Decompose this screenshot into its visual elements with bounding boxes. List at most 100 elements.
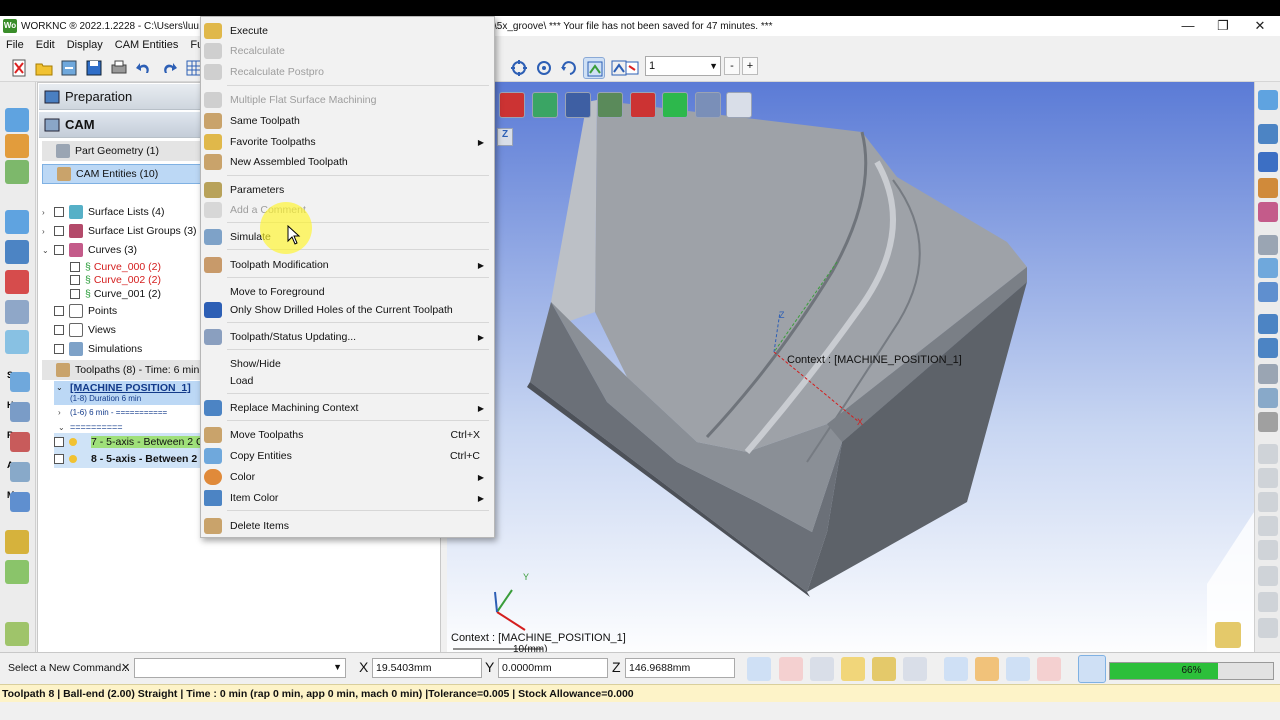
menu-recalculate-postpro[interactable]: Recalculate Postpro: [201, 62, 494, 82]
holder-tool-icon[interactable]: [5, 330, 29, 354]
menu-same-toolpath[interactable]: Same Toolpath: [201, 111, 494, 131]
view-plus-button[interactable]: +: [742, 57, 758, 75]
open-folder-icon[interactable]: [33, 57, 55, 79]
a-tool-icon[interactable]: [10, 462, 30, 482]
right-tool-icon[interactable]: [1258, 235, 1278, 255]
settings-tool-icon[interactable]: [5, 622, 29, 646]
y-coord-field[interactable]: 0.0000mm: [498, 658, 608, 678]
chevron-down-icon[interactable]: ⌄: [42, 246, 50, 255]
filter-icon[interactable]: [621, 57, 643, 79]
menu-toolpath-modification[interactable]: Toolpath Modification ▶: [201, 255, 494, 275]
menu-move-toolpaths[interactable]: Move Toolpaths Ctrl+X: [201, 425, 494, 445]
menu-move-foreground[interactable]: Move to Foreground: [201, 282, 494, 302]
menu-item-color[interactable]: Item Color ▶: [201, 488, 494, 508]
run-tool-icon[interactable]: [1078, 655, 1106, 683]
right-tool-icon[interactable]: [1258, 444, 1278, 464]
right-tool-icon[interactable]: [1258, 388, 1278, 408]
close-button[interactable]: ✕: [1242, 16, 1278, 36]
surface-lists-row[interactable]: › Surface Lists (4): [42, 203, 164, 221]
menu-add-comment[interactable]: Add a Comment: [201, 200, 494, 220]
views-row[interactable]: Views: [54, 321, 116, 339]
zoom-fit-icon[interactable]: [508, 57, 530, 79]
menu-multiple-flat[interactable]: Multiple Flat Surface Machining: [201, 90, 494, 110]
menu-color[interactable]: Color ▶: [201, 467, 494, 487]
blue-view-icon[interactable]: [565, 92, 591, 118]
menu-display[interactable]: Display: [61, 36, 109, 54]
right-tool-icon[interactable]: [1258, 566, 1278, 586]
view-select[interactable]: 1 ▼: [645, 56, 721, 76]
right-tool-icon[interactable]: [1258, 516, 1278, 536]
menu-new-assembled-toolpath[interactable]: New Assembled Toolpath: [201, 152, 494, 172]
3d-viewport[interactable]: Z Z X Y Context : [MACHINE_POSITION_1] C…: [447, 82, 1254, 660]
snap-tool-icon[interactable]: [779, 657, 803, 681]
edit-tool-icon[interactable]: [872, 657, 896, 681]
points-checkbox[interactable]: [54, 306, 64, 316]
menu-delete-items[interactable]: Delete Items: [201, 516, 494, 536]
right-tool-icon[interactable]: [1258, 178, 1278, 198]
r-tool-icon[interactable]: [10, 432, 30, 452]
menu-cam-entities[interactable]: CAM Entities: [109, 36, 185, 54]
menu-only-drilled-holes[interactable]: Only Show Drilled Holes of the Current T…: [201, 300, 494, 320]
right-tool-icon[interactable]: [1258, 492, 1278, 512]
top-view-icon[interactable]: [695, 92, 721, 118]
menu-replace-context[interactable]: Replace Machining Context ▶: [201, 398, 494, 418]
points-row[interactable]: Points: [54, 302, 117, 320]
save-icon[interactable]: [83, 57, 105, 79]
right-tool-icon[interactable]: [1258, 258, 1278, 278]
left-view-icon[interactable]: [662, 92, 688, 118]
right-tool-icon[interactable]: [1258, 202, 1278, 222]
report-tool-icon[interactable]: [1006, 657, 1030, 681]
viewport-corner-icon[interactable]: [1215, 622, 1241, 648]
right-tool-icon[interactable]: [1258, 282, 1278, 302]
chevron-down-icon[interactable]: ⌄: [58, 423, 66, 432]
chevron-down-icon[interactable]: ▼: [333, 662, 342, 672]
right-tool-icon[interactable]: [1258, 468, 1278, 488]
menu-favorite-toolpaths[interactable]: Favorite Toolpaths ▶: [201, 132, 494, 152]
menu-parameters[interactable]: Parameters: [201, 180, 494, 200]
surface-lists-checkbox[interactable]: [54, 207, 64, 217]
info-tool-icon[interactable]: [944, 657, 968, 681]
point-tool-icon[interactable]: [5, 160, 29, 184]
curves-checkbox[interactable]: [54, 245, 64, 255]
print-icon[interactable]: [108, 57, 130, 79]
zoom-view-icon[interactable]: [726, 92, 752, 118]
right-tool-icon[interactable]: [1258, 618, 1278, 638]
iso-view-icon[interactable]: [597, 92, 623, 118]
red-view-icon[interactable]: [499, 92, 525, 118]
import-icon[interactable]: [58, 57, 80, 79]
machine-tool-icon[interactable]: [975, 657, 999, 681]
close-icon[interactable]: ✕: [121, 661, 130, 674]
stock-tool-icon[interactable]: [5, 210, 29, 234]
curve-checkbox[interactable]: [70, 275, 80, 285]
menu-copy-entities[interactable]: Copy Entities Ctrl+C: [201, 446, 494, 466]
surface-list-groups-checkbox[interactable]: [54, 226, 64, 236]
new-file-icon[interactable]: [8, 57, 30, 79]
menu-execute[interactable]: Execute: [201, 21, 494, 41]
part-tool-icon[interactable]: [5, 270, 29, 294]
z-coord-field[interactable]: 146.9688mm: [625, 658, 735, 678]
curves-row[interactable]: ⌄ Curves (3): [42, 241, 137, 259]
s-tool-icon[interactable]: [10, 372, 30, 392]
curve-tool-icon[interactable]: [841, 657, 865, 681]
views-checkbox[interactable]: [54, 325, 64, 335]
right-tool-icon[interactable]: [1258, 412, 1278, 432]
m-tool-icon[interactable]: [10, 492, 30, 512]
view-minus-button[interactable]: -: [724, 57, 740, 75]
right-tool-icon[interactable]: [1258, 540, 1278, 560]
curve-checkbox[interactable]: [70, 289, 80, 299]
undo-icon[interactable]: [133, 57, 155, 79]
rotate-view-icon[interactable]: [533, 57, 555, 79]
command-input[interactable]: ▼: [134, 658, 346, 678]
right-tool-icon[interactable]: [1258, 152, 1278, 172]
redo-icon[interactable]: [158, 57, 180, 79]
right-tool-icon[interactable]: [1258, 314, 1278, 334]
spin-view-icon[interactable]: [558, 57, 580, 79]
angle-tool-icon[interactable]: [903, 657, 927, 681]
toolpath-7-checkbox[interactable]: [54, 437, 64, 447]
chevron-down-icon[interactable]: ⌄: [56, 383, 63, 392]
minimize-button[interactable]: —: [1170, 16, 1206, 36]
green-view-icon[interactable]: [532, 92, 558, 118]
curve-tool-icon[interactable]: [5, 134, 29, 158]
edit-tool-icon[interactable]: [5, 530, 29, 554]
surface-tool-icon[interactable]: [5, 108, 29, 132]
